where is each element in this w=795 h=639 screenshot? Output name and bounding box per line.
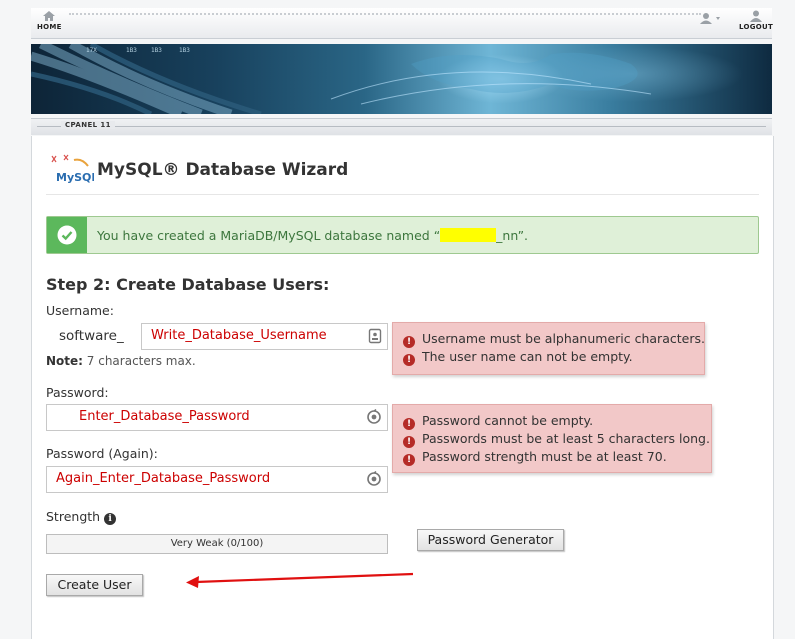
note-bold: Note:: [46, 354, 83, 368]
header-banner: 17X 1B3 1B3 1B3: [31, 44, 772, 114]
strength-text: Strength: [46, 509, 101, 524]
password-label: Password:: [46, 385, 109, 400]
password-generator-button[interactable]: Password Generator: [417, 529, 564, 551]
strength-meter-text: Very Weak (0/100): [170, 538, 264, 549]
info-icon[interactable]: i: [104, 513, 117, 525]
nav-divider: [69, 13, 701, 21]
error-icon: !: [403, 454, 415, 466]
redacted-db-name: [440, 228, 497, 242]
username-note: Note: 7 characters max.: [46, 354, 196, 368]
password-visibility-icon: [367, 409, 381, 424]
create-user-button[interactable]: Create User: [46, 574, 143, 596]
page-header: MySQL MySQL® Database Wizard: [46, 154, 759, 195]
username-input[interactable]: Write_Database_Username: [141, 323, 388, 350]
success-message: You have created a MariaDB/MySQL databas…: [97, 228, 528, 243]
sub-bar-divider: [37, 126, 766, 127]
username-error-box: ! Username must be alphanumeric character…: [392, 322, 705, 375]
username-error-2: ! The user name can not be empty.: [403, 349, 633, 366]
user-icon: [700, 13, 720, 24]
logout-label: LOGOUT: [739, 23, 774, 31]
password-visibility-icon: [367, 471, 381, 486]
user-menu-button[interactable]: [699, 12, 723, 25]
cpanel-version-label: CPANEL 11: [61, 121, 115, 129]
password-error-box: ! Password cannot be empty. ! Passwords mu…: [392, 404, 712, 473]
home-label: HOME: [37, 23, 62, 31]
red-arrow-annotation: [186, 572, 414, 588]
error-icon: !: [403, 418, 415, 430]
error-icon: !: [403, 336, 415, 348]
svg-text:MySQL: MySQL: [56, 171, 94, 184]
error-icon: !: [403, 436, 415, 448]
username-label: Username:: [46, 303, 114, 318]
password-again-input[interactable]: Again_Enter_Database_Password: [46, 466, 388, 493]
mysql-logo-icon: MySQL: [51, 154, 94, 184]
check-icon: [57, 225, 77, 245]
home-button[interactable]: HOME: [37, 10, 62, 31]
password-value: Enter_Database_Password: [79, 409, 250, 424]
page-title: MySQL® Database Wizard: [97, 160, 349, 180]
logout-icon: [750, 10, 763, 22]
note-text: 7 characters max.: [82, 354, 196, 368]
success-badge: [47, 217, 87, 253]
cpanel-window: HOME LOGOUT 17X 1B3 1B3 1B3 CPANEL 11 My…: [0, 0, 795, 639]
step-title: Step 2: Create Database Users:: [46, 275, 330, 294]
password-error-1: ! Password cannot be empty.: [403, 413, 593, 430]
svg-text:1B3: 1B3: [126, 47, 137, 54]
password-error-3: ! Password strength must be at least 70.: [403, 449, 667, 466]
username-value: Write_Database_Username: [151, 328, 327, 343]
top-nav: HOME LOGOUT: [31, 8, 773, 39]
strength-label: Strength i: [46, 509, 117, 525]
password-again-label: Password (Again):: [46, 446, 158, 461]
network-cables-image: 17X 1B3 1B3 1B3: [31, 44, 652, 114]
username-prefix: software_: [59, 328, 124, 344]
success-alert: You have created a MariaDB/MySQL databas…: [46, 216, 759, 254]
main-content: MySQL MySQL® Database Wizard You have cr…: [31, 136, 774, 639]
svg-text:1B3: 1B3: [151, 47, 162, 54]
logout-button[interactable]: LOGOUT: [739, 10, 773, 31]
error-icon: !: [403, 354, 415, 366]
password-again-value: Again_Enter_Database_Password: [56, 471, 271, 486]
strength-meter: Very Weak (0/100): [46, 534, 388, 554]
contact-card-icon: [368, 328, 382, 344]
success-text-before: You have created a MariaDB/MySQL databas…: [97, 228, 441, 243]
success-text-after: _nn”.: [496, 228, 529, 243]
svg-text:17X: 17X: [86, 47, 97, 54]
password-error-2: ! Passwords must be at least 5 characters…: [403, 431, 710, 448]
svg-text:1B3: 1B3: [179, 47, 190, 54]
password-input[interactable]: Enter_Database_Password: [46, 404, 388, 431]
sub-bar: CPANEL 11: [31, 118, 772, 135]
username-error-1: ! Username must be alphanumeric character…: [403, 331, 705, 348]
home-icon: [43, 11, 56, 21]
